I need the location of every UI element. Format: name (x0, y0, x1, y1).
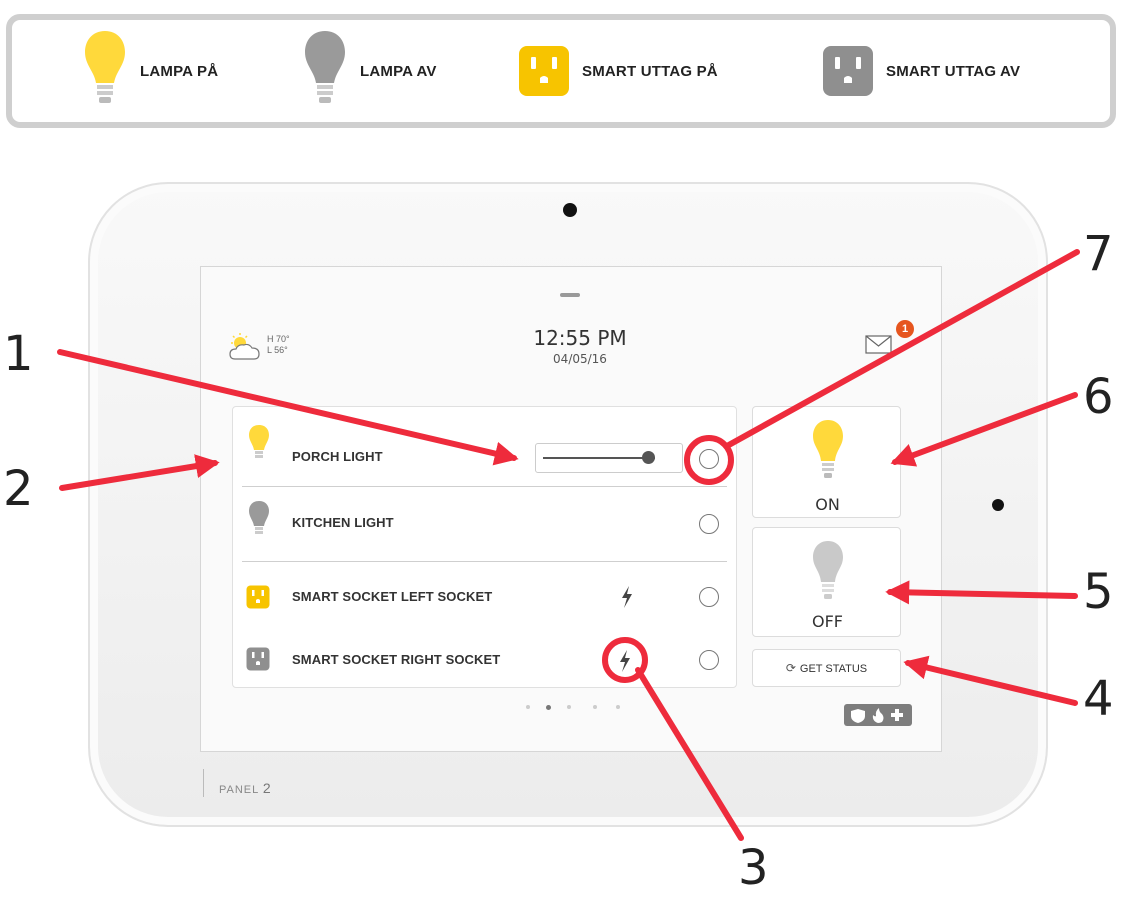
device-select-radio[interactable] (699, 587, 719, 607)
flame-icon (872, 708, 884, 723)
get-status-label: GET STATUS (799, 663, 868, 675)
page-dot[interactable] (526, 705, 530, 709)
clock-date: 04/05/16 (553, 352, 607, 366)
divider (203, 769, 204, 797)
device-name[interactable]: SMART SOCKET RIGHT SOCKET (292, 652, 500, 667)
legend-item-lamp-off: LAMPA AV (302, 20, 437, 122)
page-dot[interactable] (616, 705, 620, 709)
legend-label: SMART UTTAG AV (886, 62, 1021, 80)
page-indicator (520, 705, 630, 713)
legend-item-lamp-on: LAMPA PÅ (82, 20, 218, 122)
notification-badge: 1 (896, 320, 914, 338)
partly-cloudy-icon (229, 333, 260, 360)
legend-bar: LAMPA PÅ LAMPA AV SMART UTTAG PÅ SMART U… (6, 14, 1116, 128)
annotation-number-6: 6 (1083, 369, 1114, 425)
page-dot[interactable] (567, 705, 571, 709)
panel-label-text: PANEL (219, 784, 259, 796)
row-divider (242, 561, 727, 562)
on-label: ON (815, 495, 840, 514)
legend-item-socket-off: SMART UTTAG AV (822, 20, 1020, 122)
device-select-radio[interactable] (699, 449, 719, 469)
annotation-number-7: 7 (1083, 226, 1114, 282)
annotation-number-4: 4 (1083, 671, 1114, 727)
bulb-off-icon (305, 31, 345, 103)
shield-icon (851, 709, 865, 723)
legend-label: SMART UTTAG PÅ (582, 62, 718, 80)
device-name[interactable]: PORCH LIGHT (292, 449, 383, 464)
weather-readout: H 70° L 56° (267, 334, 290, 356)
bulb-on-icon (249, 425, 269, 458)
dimmer-track[interactable] (543, 457, 655, 459)
lightning-bolt-icon (622, 586, 632, 608)
all-off-button[interactable]: OFF (752, 527, 901, 637)
bulb-off-icon (813, 541, 843, 599)
legend-label: LAMPA AV (360, 62, 437, 80)
bulb-on-icon (85, 31, 125, 103)
device-select-radio[interactable] (699, 650, 719, 670)
panel-number: 2 (262, 780, 272, 796)
legend-item-socket-on: SMART UTTAG PÅ (518, 20, 718, 122)
annotation-number-2: 2 (3, 461, 34, 517)
bulb-off-icon (249, 501, 269, 534)
off-label: OFF (812, 612, 843, 631)
annotation-number-1: 1 (3, 326, 34, 382)
clock-time: 12:55 PM (533, 326, 627, 350)
panel-label: PANEL 2 (219, 780, 272, 796)
device-name[interactable]: SMART SOCKET LEFT SOCKET (292, 589, 492, 604)
refresh-icon: ⟳ (785, 661, 796, 675)
all-on-button[interactable]: ON (752, 406, 901, 518)
system-mode-icons[interactable] (844, 704, 912, 726)
pull-down-handle[interactable] (560, 293, 580, 297)
bulb-on-icon (813, 420, 843, 478)
envelope-icon[interactable] (865, 333, 893, 355)
socket-off-icon (246, 647, 270, 671)
socket-off-icon (823, 46, 873, 96)
annotation-number-3: 3 (738, 840, 769, 896)
proximity-sensor (992, 499, 1004, 511)
weather-high: H 70° (267, 334, 290, 344)
get-status-button[interactable]: ⟳ GET STATUS (752, 649, 901, 687)
device-name[interactable]: KITCHEN LIGHT (292, 515, 394, 530)
socket-on-icon (519, 46, 569, 96)
camera-lens (563, 203, 577, 217)
weather-low: L 56° (267, 345, 288, 355)
device-select-radio[interactable] (699, 514, 719, 534)
row-divider (242, 486, 727, 487)
annotation-number-5: 5 (1083, 564, 1114, 620)
socket-on-icon (246, 585, 270, 609)
legend-label: LAMPA PÅ (140, 62, 219, 80)
page-dot-active[interactable] (546, 705, 551, 710)
plus-icon (891, 709, 903, 721)
page-dot[interactable] (593, 705, 597, 709)
lightning-bolt-icon (620, 650, 630, 672)
